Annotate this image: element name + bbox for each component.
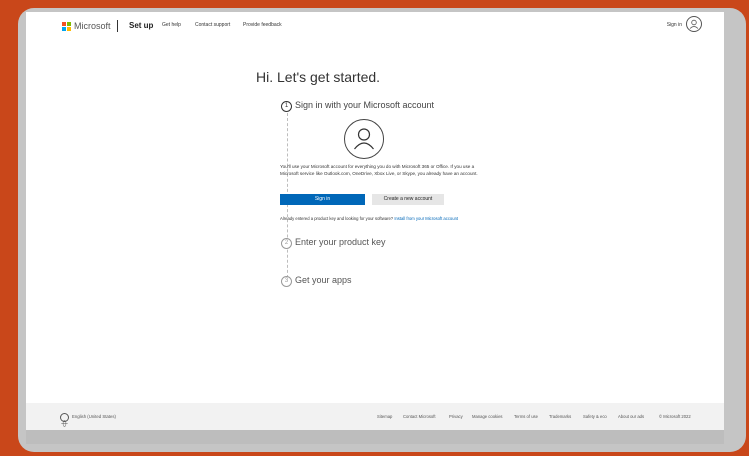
sign-in-button[interactable]: Sign in xyxy=(280,194,365,205)
footer: English (United States) Sitemap Contact … xyxy=(26,403,724,430)
step-1-title: Sign in with your Microsoft account xyxy=(295,100,435,110)
header-divider xyxy=(117,20,118,32)
step-3-number: 3 xyxy=(281,276,292,287)
get-help-link[interactable]: Get help xyxy=(162,22,181,28)
footer-link-cookies[interactable]: Manage cookies xyxy=(472,414,503,419)
footer-link-contact[interactable]: Contact Microsoft xyxy=(403,414,436,419)
microsoft-logo-icon xyxy=(62,21,71,31)
product-key-note-text: Already entered a product key and lookin… xyxy=(280,216,394,221)
footer-link-privacy[interactable]: Privacy xyxy=(449,414,463,419)
step-1-number: 1 xyxy=(281,101,292,112)
footer-link-sitemap[interactable]: Sitemap xyxy=(377,414,392,419)
footer-link-terms[interactable]: Terms of use xyxy=(514,414,538,419)
step-3-title: Get your apps xyxy=(295,275,352,285)
footer-link-trademarks[interactable]: Trademarks xyxy=(549,414,571,419)
create-account-button[interactable]: Create a new account xyxy=(372,194,444,205)
language-selector[interactable]: English (United States) xyxy=(72,414,116,419)
step-2-title: Enter your product key xyxy=(295,237,386,247)
globe-icon[interactable] xyxy=(60,413,69,427)
brand-name: Microsoft xyxy=(74,21,111,31)
microsoft-logo[interactable]: Microsoft xyxy=(62,21,111,31)
footer-link-ads[interactable]: About our ads xyxy=(618,414,644,419)
person-icon[interactable] xyxy=(686,16,702,32)
footer-link-safety[interactable]: Safety & eco xyxy=(583,414,607,419)
install-from-account-link[interactable]: Install from your Microsoft account xyxy=(394,216,458,221)
copyright: © Microsoft 2022 xyxy=(659,414,691,419)
provide-feedback-link[interactable]: Provide feedback xyxy=(243,22,282,28)
header: Microsoft Set up Get help Contact suppor… xyxy=(26,12,724,42)
account-description: You'll use your Microsoft account for ev… xyxy=(280,164,478,176)
contact-support-link[interactable]: Contact support xyxy=(195,22,230,28)
section-title[interactable]: Set up xyxy=(129,21,153,30)
setup-page: Microsoft Set up Get help Contact suppor… xyxy=(26,12,724,430)
header-sign-in-link[interactable]: Sign in xyxy=(667,22,682,28)
product-key-note: Already entered a product key and lookin… xyxy=(280,215,480,222)
person-icon xyxy=(344,119,384,159)
page-title: Hi. Let's get started. xyxy=(256,69,381,85)
step-2-number: 2 xyxy=(281,238,292,249)
device-bottom-bezel xyxy=(26,430,724,444)
